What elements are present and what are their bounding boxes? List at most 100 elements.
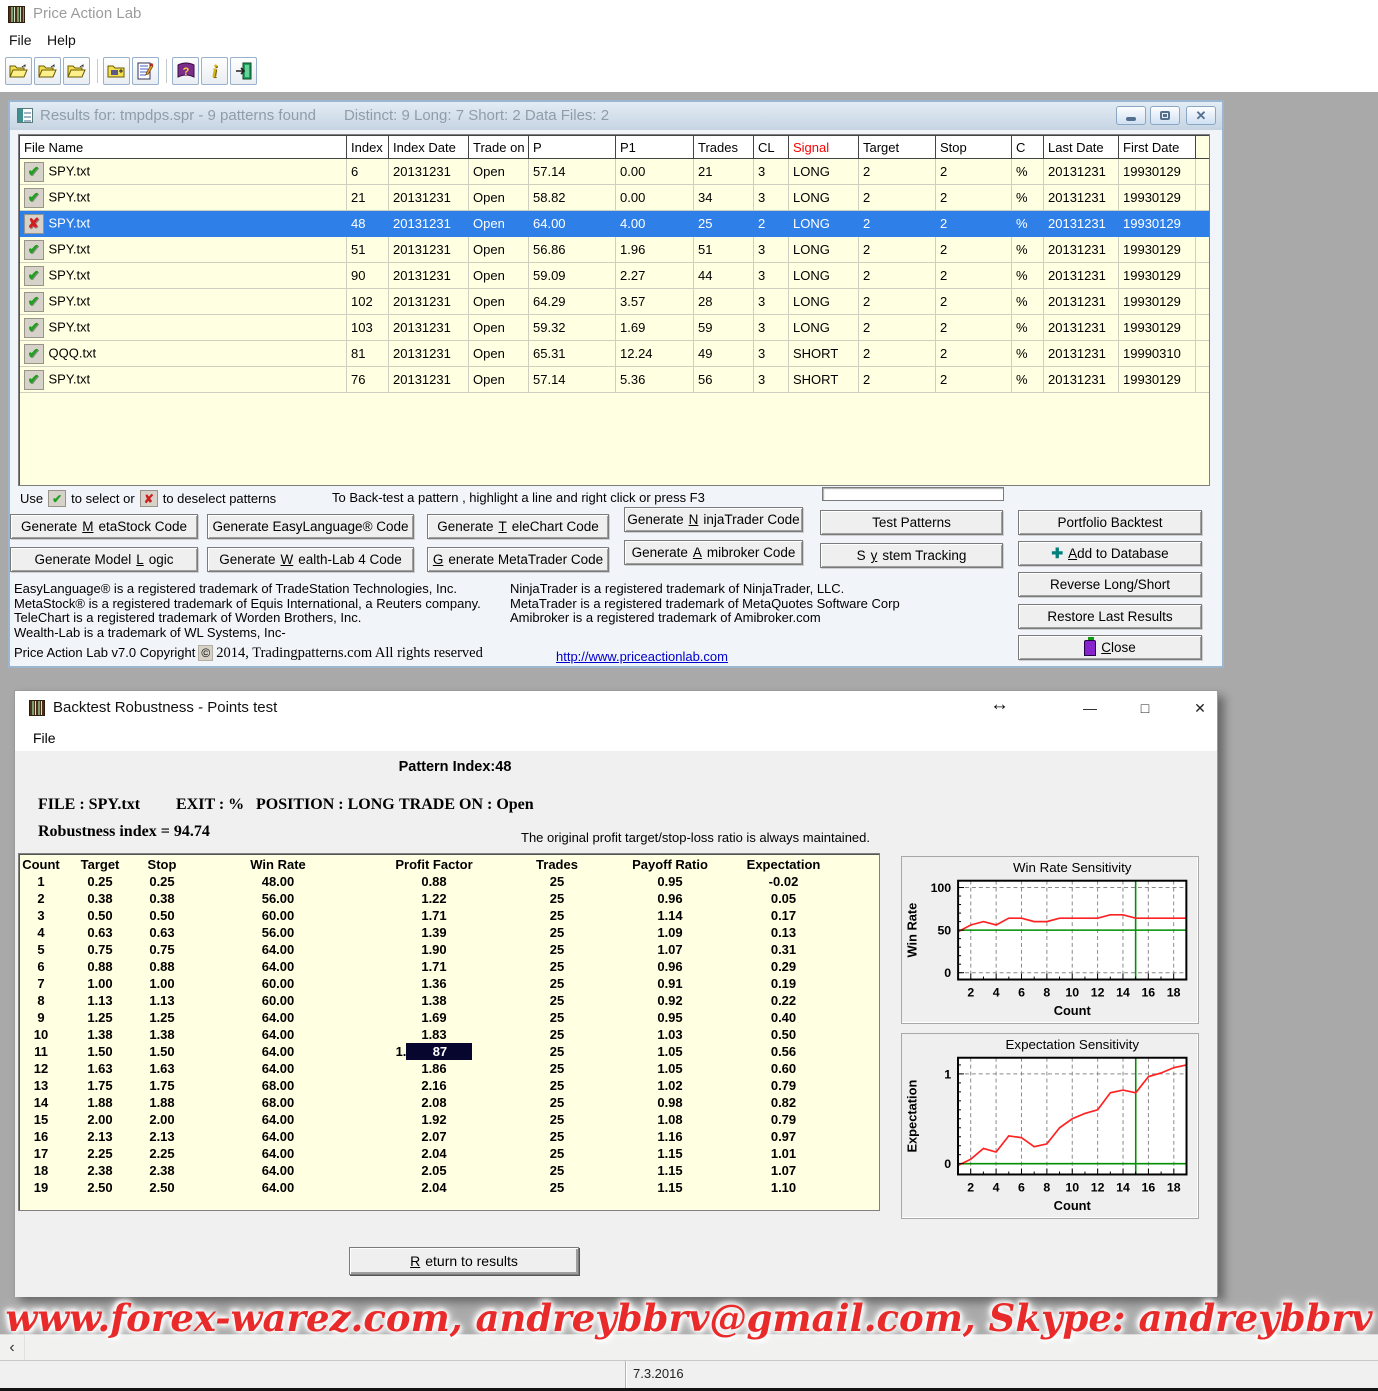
result-row[interactable]: ✔SPY.txt10320131231Open59.321.69593LONG2… [20,315,1211,341]
robustness-cell: 19 [19,1179,63,1196]
dialog-minimize-button[interactable]: — [1073,691,1107,725]
open-file-button-3[interactable] [63,57,90,85]
cell: 20131231 [1044,341,1119,367]
robustness-row[interactable]: 162.132.1364.002.07251.160.97 [19,1128,879,1145]
cross-icon[interactable]: ✘ [24,214,44,234]
robustness-row[interactable]: 50.750.7564.001.90251.070.31 [19,941,879,958]
robustness-row[interactable]: 91.251.2564.001.69250.950.40 [19,1009,879,1026]
column-header-index-date[interactable]: Index Date [389,136,469,159]
robustness-row[interactable]: 121.631.6364.001.86251.050.60 [19,1060,879,1077]
robustness-row[interactable]: 182.382.3864.002.05251.151.07 [19,1162,879,1179]
check-icon[interactable]: ✔ [24,370,44,390]
generate-telechart-code-button[interactable]: Generate TeleChart Code [427,514,609,539]
robustness-row[interactable]: 152.002.0064.001.92251.080.79 [19,1111,879,1128]
open-file-button[interactable] [5,57,32,85]
robustness-row[interactable]: 30.500.5060.001.71251.140.17 [19,907,879,924]
check-icon[interactable]: ✔ [24,266,44,286]
menu-file[interactable]: File [2,28,39,53]
column-header-file-name[interactable]: File Name [20,136,347,159]
result-row[interactable]: ✔SPY.txt7620131231Open57.145.36563SHORT2… [20,367,1211,393]
dialog-titlebar[interactable]: Backtest Robustness - Points test ↔ — □ … [15,691,1217,725]
restore-last-results-button[interactable]: Restore Last Results [1018,604,1202,629]
column-header-cl[interactable]: CL [754,136,789,159]
generate-wealthlab-code-button[interactable]: Generate Wealth-Lab 4 Code [207,547,414,572]
open-file-button-2[interactable] [34,57,61,85]
generate-easylanguage-code-button[interactable]: Generate EasyLanguage® Code [207,514,414,539]
edit-notepad-button[interactable] [132,57,159,85]
column-header-target[interactable]: Target [859,136,936,159]
cell: LONG [789,315,859,341]
check-icon[interactable]: ✔ [24,162,44,182]
column-header-last-date[interactable]: Last Date [1044,136,1119,159]
robustness-row[interactable]: 172.252.2564.002.04251.151.01 [19,1145,879,1162]
robustness-row[interactable]: 131.751.7568.002.16251.020.79 [19,1077,879,1094]
column-header-stop[interactable]: Stop [936,136,1012,159]
column-header-trade-on[interactable]: Trade on [469,136,529,159]
menu-help[interactable]: Help [40,28,83,53]
robustness-cell: 0.97 [725,1128,842,1145]
result-row[interactable]: ✔SPY.txt10220131231Open64.293.57283LONG2… [20,289,1211,315]
about-button[interactable]: i [201,57,228,85]
minimize-button[interactable] [1116,106,1146,125]
result-row[interactable]: ✘SPY.txt4820131231Open64.004.00252LONG22… [20,211,1211,237]
column-header-first-date[interactable]: First Date [1119,136,1196,159]
generate-amibroker-code-button[interactable]: Generate Amibroker Code [624,540,803,565]
check-icon[interactable]: ✔ [24,240,44,260]
results-stats: Distinct: 9 Long: 7 Short: 2 Data Files:… [344,107,609,124]
check-icon[interactable]: ✔ [24,318,44,338]
test-patterns-button[interactable]: Test Patterns [820,510,1003,535]
svg-text:Expectation Sensitivity: Expectation Sensitivity [1006,1037,1140,1052]
close-results-button[interactable]: Close [1018,635,1202,660]
column-header-p1[interactable]: P1 [616,136,694,159]
close-button[interactable]: ✕ [1186,106,1216,125]
file-name: SPY.txt [49,189,91,204]
help-button[interactable]: ? [172,57,199,85]
check-icon[interactable]: ✔ [24,188,44,208]
robustness-row[interactable]: 20.380.3856.001.22250.960.05 [19,890,879,907]
robustness-row[interactable]: 141.881.8868.002.08250.980.82 [19,1094,879,1111]
robustness-row[interactable]: 111.501.5064.001.87251.050.56 [19,1043,879,1060]
result-row[interactable]: ✔SPY.txt620131231Open57.140.00213LONG22%… [20,159,1211,185]
reverse-long-short-button[interactable]: Reverse Long/Short [1018,572,1202,597]
robustness-row[interactable]: 192.502.5064.002.04251.151.10 [19,1179,879,1196]
check-icon[interactable]: ✔ [24,292,44,312]
file-name: QQQ.txt [49,345,97,360]
robustness-row[interactable]: 60.880.8864.001.71250.960.29 [19,958,879,975]
column-header-c[interactable]: C [1012,136,1044,159]
generate-model-logic-button[interactable]: Generate Model Logic [10,547,198,572]
portfolio-backtest-button[interactable]: Portfolio Backtest [1018,510,1202,535]
generate-ninjatrader-code-button[interactable]: Generate NinjaTrader Code [624,507,803,532]
column-header-p[interactable]: P [529,136,616,159]
robustness-cell: 1.71 [369,958,499,975]
cell-filler [1196,185,1211,211]
return-to-results-button[interactable]: Return to results [349,1247,579,1275]
column-header-index[interactable]: Index [347,136,389,159]
check-icon[interactable]: ✔ [24,344,44,364]
robustness-row[interactable]: 10.250.2548.000.88250.95-0.02 [19,873,879,890]
dialog-menu-file[interactable]: File [33,725,56,751]
robustness-row[interactable]: 71.001.0060.001.36250.910.19 [19,975,879,992]
result-row[interactable]: ✔SPY.txt2120131231Open58.820.00343LONG22… [20,185,1211,211]
app-toolbar: ? i [0,53,1378,92]
add-to-database-button[interactable]: ✚ Add to Database [1018,541,1202,566]
robustness-cell: 60.00 [187,992,369,1009]
database-folder-button[interactable] [103,57,130,85]
result-row[interactable]: ✔SPY.txt9020131231Open59.092.27443LONG22… [20,263,1211,289]
priceactionlab-link[interactable]: http://www.priceactionlab.com [556,649,728,664]
dialog-close-button[interactable]: ✕ [1183,691,1217,725]
maximize-icon [1160,111,1170,120]
generate-metastock-code-button[interactable]: Generate MetaStock Code [10,514,198,539]
robustness-row[interactable]: 81.131.1360.001.38250.920.22 [19,992,879,1009]
system-tracking-button[interactable]: System Tracking [820,543,1003,568]
robustness-row[interactable]: 40.630.6356.001.39251.090.13 [19,924,879,941]
robustness-row[interactable]: 101.381.3864.001.83251.030.50 [19,1026,879,1043]
result-row[interactable]: ✔SPY.txt5120131231Open56.861.96513LONG22… [20,237,1211,263]
column-header-trades[interactable]: Trades [694,136,754,159]
dialog-maximize-button[interactable]: □ [1128,691,1162,725]
column-header-signal[interactable]: Signal [789,136,859,159]
generate-metatrader-code-button[interactable]: Generate MetaTrader Code [427,547,609,572]
exit-button[interactable] [230,57,257,85]
result-row[interactable]: ✔QQQ.txt8120131231Open65.3112.24493SHORT… [20,341,1211,367]
results-titlebar[interactable]: Results for: tmpdps.spr - 9 patterns fou… [10,102,1222,130]
maximize-button[interactable] [1150,106,1180,125]
